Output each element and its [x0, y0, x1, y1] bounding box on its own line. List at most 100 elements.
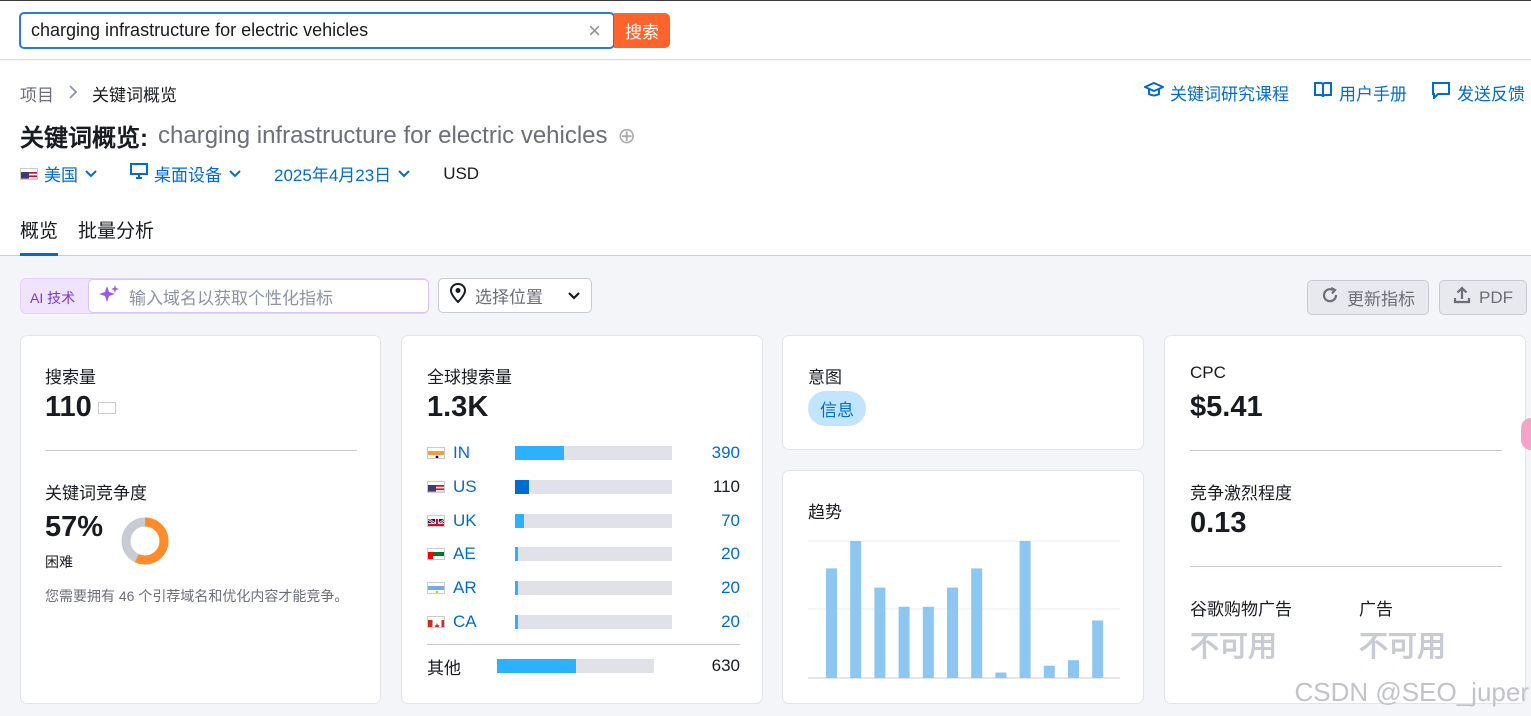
add-icon[interactable]: ⊕ [618, 123, 636, 149]
country-value: 20 [721, 612, 740, 631]
divider [1190, 450, 1502, 451]
country-row-ar[interactable]: AR 20 [427, 578, 740, 598]
country-bar [515, 479, 672, 494]
country-value: 70 [721, 510, 740, 530]
country-row-ca[interactable]: CA 20 [427, 612, 740, 632]
search-button[interactable]: 搜索 [614, 13, 670, 48]
kd-value: 57% [45, 511, 104, 543]
us-flag-icon [427, 480, 445, 493]
date-label: 2025年4月23日 [274, 166, 392, 185]
volume-card: 搜索量 110 关键词竞争度 57% 困难 您需要拥有 46 个引荐域名和优化内… [20, 335, 381, 704]
feedback-link[interactable]: 发送反馈 [1431, 80, 1525, 105]
trend-bar[interactable] [922, 606, 934, 678]
ai-domain-input[interactable]: 输入域名以获取个性化指标 [88, 279, 429, 313]
country-value: 390 [711, 443, 740, 462]
country-bar [515, 615, 672, 629]
volume-title: 搜索量 [45, 368, 96, 387]
other-bar-fill [497, 659, 576, 673]
sparkle-icon [99, 284, 119, 309]
trend-bar[interactable] [947, 587, 958, 678]
global-volume-card: 全球搜索量 1.3K IN 390 US 110 UK 70 AE 20 AR 20 CA 20 其他… [401, 335, 763, 704]
ads-title: 广告 [1359, 600, 1393, 619]
other-bar [497, 659, 654, 673]
search-input[interactable] [31, 20, 571, 41]
country-code: IN [453, 443, 470, 462]
kd-label: 困难 [45, 554, 73, 570]
intent-title: 意图 [808, 368, 842, 387]
trend-bar[interactable] [1068, 660, 1079, 678]
feedback-link-label: 发送反馈 [1457, 85, 1525, 104]
country-bar [515, 446, 672, 460]
other-label: 其他 [427, 658, 461, 678]
trend-bar[interactable] [874, 587, 886, 678]
trend-bar[interactable] [1043, 665, 1055, 678]
country-bar-fill [515, 547, 519, 562]
country-code: CA [453, 612, 477, 631]
filters-bar: 美国 桌面设备 2025年4月23日 USD [20, 161, 479, 186]
competition-title: 竞争激烈程度 [1190, 484, 1292, 503]
graduation-cap-icon [1142, 81, 1166, 104]
watermark: CSDN @SEO_juper [1294, 677, 1529, 707]
divider [427, 644, 740, 645]
manual-link[interactable]: 用户手册 [1313, 80, 1407, 105]
other-row: 其他 630 [427, 656, 740, 678]
ai-domain-placeholder: 输入域名以获取个性化指标 [129, 288, 333, 308]
trend-bar[interactable] [826, 568, 837, 678]
trend-bar[interactable] [995, 672, 1007, 678]
trend-bar[interactable] [898, 606, 910, 678]
feedback-icon [1431, 81, 1451, 104]
ae-flag-icon [427, 548, 445, 561]
cpc-title: CPC [1190, 363, 1226, 382]
tab-overview[interactable]: 概览 [20, 216, 59, 256]
trend-bar[interactable] [1092, 620, 1104, 678]
ai-domain-box: AI 技术 输入域名以获取个性化指标 [20, 278, 429, 314]
country-row-in[interactable]: IN 390 [427, 443, 740, 463]
trend-bar[interactable] [850, 541, 862, 678]
device-select[interactable]: 桌面设备 [130, 161, 242, 186]
location-pin-icon [449, 282, 467, 308]
other-value: 630 [711, 656, 740, 675]
us-flag-icon [97, 401, 116, 414]
page-title-keyword: charging infrastructure for electric veh… [158, 121, 608, 149]
global-title: 全球搜索量 [427, 368, 512, 387]
update-metrics-button[interactable]: 更新指标 [1307, 280, 1429, 315]
intent-card: 意图 信息 [782, 335, 1144, 450]
ai-tag: AI 技术 [30, 290, 76, 306]
country-select[interactable]: 美国 [20, 161, 98, 186]
trend-title: 趋势 [808, 503, 842, 522]
date-select[interactable]: 2025年4月23日 [274, 161, 411, 186]
cpc-value: $5.41 [1190, 391, 1263, 423]
country-bar-fill [515, 446, 564, 460]
tab-bulk-analysis[interactable]: 批量分析 [78, 216, 154, 256]
book-icon [1313, 81, 1333, 104]
chevron-down-icon [84, 164, 98, 184]
breadcrumb: 项目 关键词概览 [20, 81, 177, 106]
trend-bar[interactable] [1019, 541, 1031, 678]
country-row-uk[interactable]: UK 70 [427, 511, 740, 531]
pdf-label: PDF [1479, 287, 1513, 307]
search-box: × [19, 12, 615, 49]
country-bar [515, 547, 672, 562]
pdf-export-button[interactable]: PDF [1439, 280, 1527, 315]
currency-label: USD [443, 163, 480, 183]
trend-card: 趋势 [782, 470, 1144, 704]
trend-bar[interactable] [971, 568, 983, 678]
uk-flag-icon [427, 514, 445, 527]
clear-icon[interactable]: × [588, 20, 601, 42]
course-link[interactable]: 关键词研究课程 [1142, 80, 1289, 105]
country-row-ae[interactable]: AE 20 [427, 544, 740, 564]
country-row-us[interactable]: US 110 [427, 477, 740, 497]
cpc-card: CPC $5.41 竞争激烈程度 0.13 谷歌购物广告 不可用 广告 不可用 [1164, 335, 1526, 704]
ca-flag-icon [427, 616, 445, 628]
floating-widget[interactable] [1521, 418, 1531, 450]
page-title: 关键词概览: charging infrastructure for elect… [20, 118, 636, 153]
ar-flag-icon [427, 582, 445, 595]
country-code: US [453, 476, 477, 496]
header-links: 关键词研究课程 用户手册 发送反馈 [1142, 80, 1525, 105]
country-code: AR [453, 578, 477, 598]
competition-value: 0.13 [1190, 507, 1247, 539]
volume-value: 110 [45, 391, 116, 424]
breadcrumb-root[interactable]: 项目 [20, 81, 54, 106]
trend-chart [808, 540, 1120, 679]
location-select[interactable]: 选择位置 [438, 278, 592, 313]
